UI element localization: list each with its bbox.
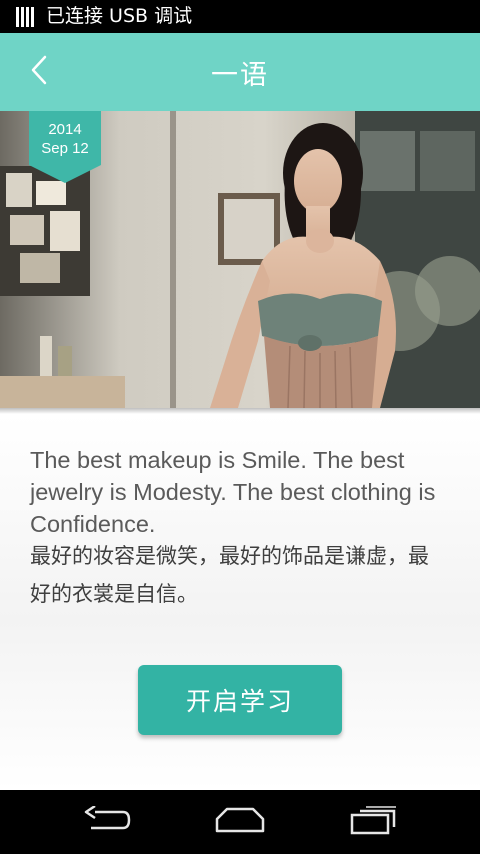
date-day: Sep 12 <box>41 140 89 157</box>
chevron-left-icon <box>31 55 47 89</box>
quote-panel: The best makeup is Smile. The best jewel… <box>0 414 480 790</box>
nav-back-icon <box>83 804 131 838</box>
quote-chinese: 最好的妆容是微笑，最好的饰品是谦虚，最好的衣裳是自信。 <box>30 544 429 606</box>
nav-home-icon <box>215 807 265 837</box>
status-text: 已连接 USB 调试 <box>46 5 193 27</box>
usb-debug-icon <box>8 0 42 33</box>
system-nav-bar <box>0 790 480 854</box>
quote-english: The best makeup is Smile. The best jewel… <box>30 447 436 537</box>
page-title: 一语 <box>211 59 269 91</box>
start-learning-button[interactable]: 开启学习 <box>138 665 342 735</box>
nav-recents-icon <box>350 805 398 839</box>
nav-back-button[interactable] <box>77 802 137 842</box>
nav-home-button[interactable] <box>210 802 270 842</box>
date-year: 2014 <box>48 121 82 138</box>
nav-recents-button[interactable] <box>344 802 404 842</box>
date-badge: 2014 Sep 12 <box>29 111 101 183</box>
status-bar: 已连接 USB 调试 <box>0 0 480 33</box>
back-button[interactable] <box>22 55 56 89</box>
app-header: 一语 <box>0 33 480 111</box>
